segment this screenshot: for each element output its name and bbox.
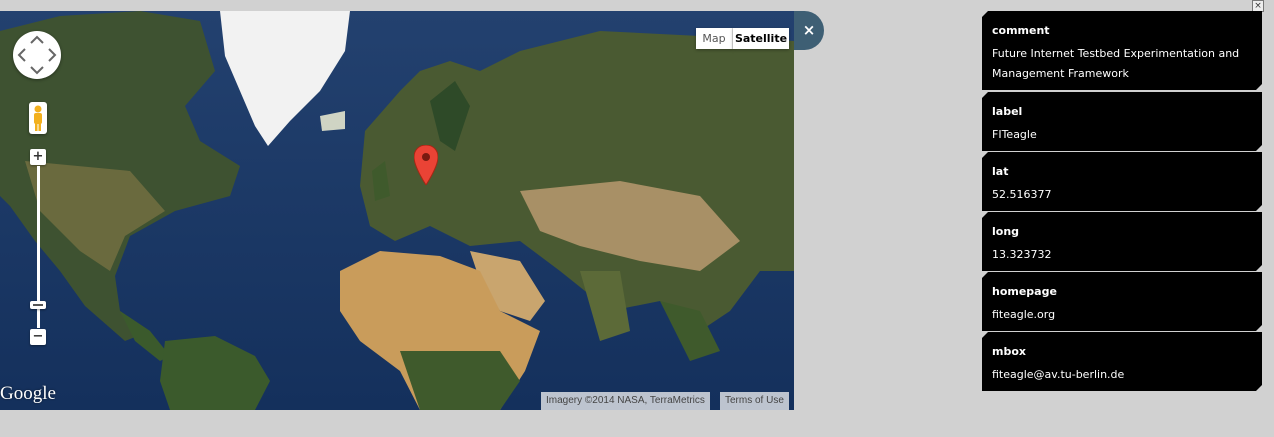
pan-arrows-icon (17, 35, 57, 75)
pan-control[interactable] (13, 31, 61, 79)
info-value: FITeagle (992, 128, 1037, 141)
info-card-label: label FITeagle (982, 92, 1262, 151)
info-card-homepage: homepage fiteagle.org (982, 272, 1262, 331)
info-value: Future Internet Testbed Experimentation … (992, 47, 1240, 80)
info-key: label (992, 105, 1023, 118)
info-card-comment: comment Future Internet Testbed Experime… (982, 11, 1262, 90)
info-card-mbox: mbox fiteagle@av.tu-berlin.de (982, 332, 1262, 391)
imagery-credit: Imagery ©2014 NASA, TerraMetrics (541, 392, 710, 410)
panel-close-button[interactable]: × (1252, 0, 1264, 12)
info-key: comment (992, 24, 1050, 37)
zoom-slider-handle[interactable] (30, 301, 46, 309)
zoom-out-button[interactable]: − (30, 329, 46, 345)
map-view[interactable]: Map Satellite + − Google Imagery ©2014 N… (0, 11, 794, 410)
zoom-in-button[interactable]: + (30, 149, 46, 165)
street-view-pegman-icon[interactable] (29, 102, 47, 134)
google-logo: Google (0, 383, 56, 404)
info-card-lat: lat 52.516377 (982, 152, 1262, 211)
map-close-button[interactable]: × (794, 11, 824, 50)
map-type-map-button[interactable]: Map (696, 28, 733, 49)
info-key: long (992, 225, 1020, 238)
terms-of-use-link[interactable]: Terms of Use (720, 392, 789, 410)
info-value: 13.323732 (992, 248, 1052, 261)
info-value: 52.516377 (992, 188, 1052, 201)
info-value[interactable]: fiteagle.org (992, 305, 1254, 325)
info-key: mbox (992, 345, 1026, 358)
info-key: homepage (992, 285, 1057, 298)
location-marker-icon[interactable] (414, 145, 438, 185)
satellite-imagery (0, 11, 794, 410)
info-card-long: long 13.323732 (982, 212, 1262, 271)
info-value[interactable]: fiteagle@av.tu-berlin.de (992, 365, 1254, 385)
map-type-satellite-button[interactable]: Satellite (733, 28, 789, 49)
info-key: lat (992, 165, 1009, 178)
